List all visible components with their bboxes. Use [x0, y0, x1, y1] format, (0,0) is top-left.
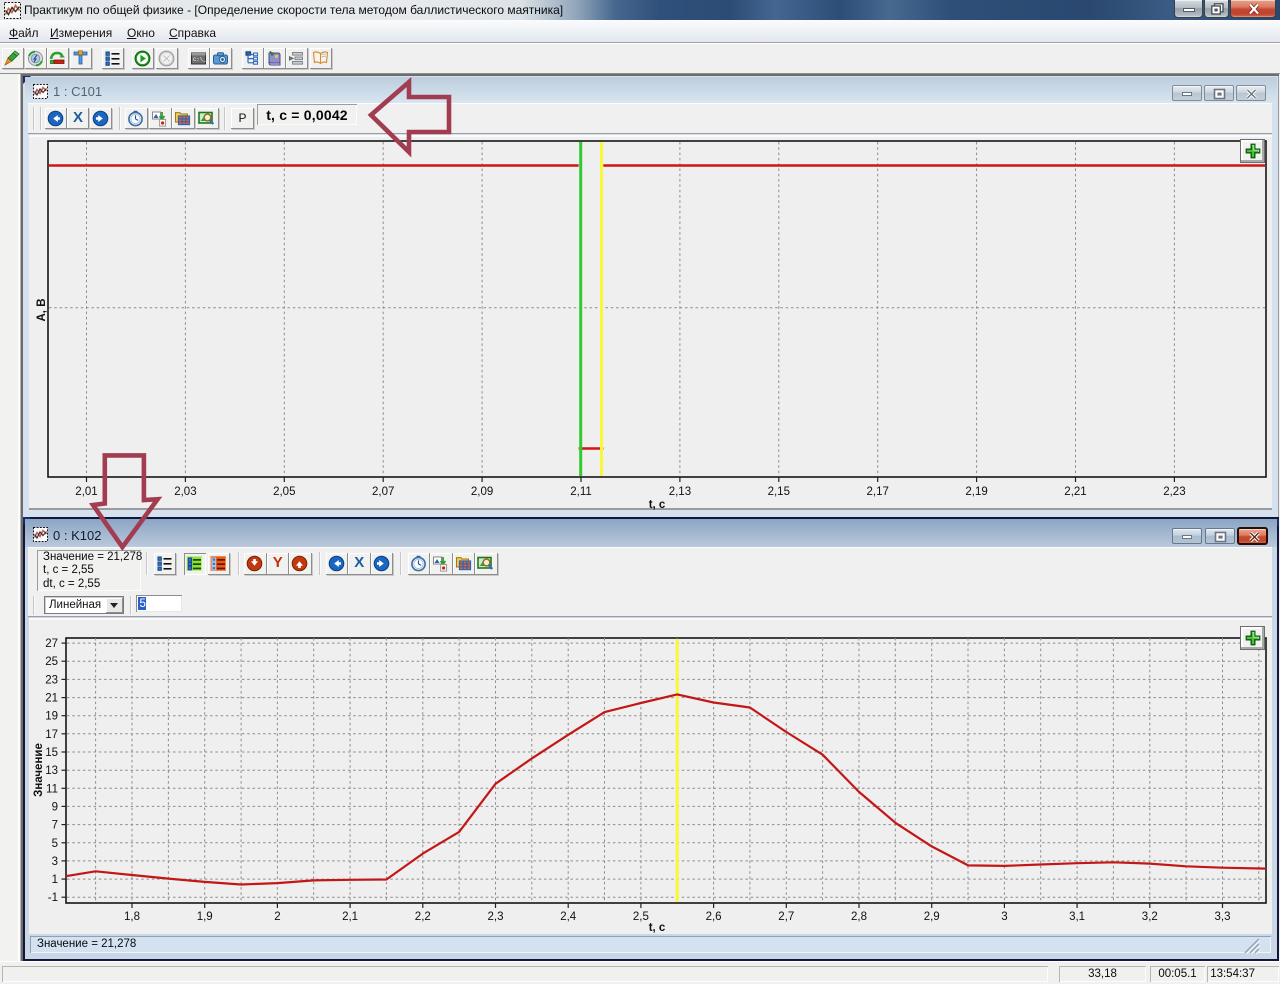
svg-text:-1: -1: [48, 892, 58, 904]
svg-text:27: 27: [45, 638, 58, 650]
svg-text:19: 19: [45, 711, 58, 723]
svg-text:2,3: 2,3: [488, 911, 504, 923]
svg-text:11: 11: [46, 783, 58, 795]
svg-text:2,15: 2,15: [768, 486, 790, 498]
svg-text:13: 13: [45, 765, 58, 777]
svg-text:2,5: 2,5: [633, 911, 649, 923]
svg-text:2,11: 2,11: [570, 486, 592, 498]
svg-text:2,7: 2,7: [778, 911, 794, 923]
svg-text:Значение: Значение: [33, 743, 45, 797]
svg-text:2,03: 2,03: [174, 486, 196, 498]
svg-text:9: 9: [52, 801, 58, 813]
svg-text:2,05: 2,05: [273, 486, 295, 498]
svg-text:3: 3: [1001, 911, 1007, 923]
svg-text:2,4: 2,4: [560, 911, 577, 923]
svg-text:25: 25: [45, 656, 58, 668]
svg-text:2,19: 2,19: [965, 486, 987, 498]
svg-text:t, c: t, c: [649, 922, 666, 934]
svg-text:5: 5: [52, 838, 58, 850]
svg-text:t, c: t, c: [649, 499, 666, 510]
svg-text:2,8: 2,8: [851, 911, 867, 923]
svg-text:2,17: 2,17: [867, 486, 889, 498]
svg-text:2,13: 2,13: [669, 486, 691, 498]
svg-text:3,2: 3,2: [1142, 911, 1158, 923]
svg-text:2,23: 2,23: [1163, 486, 1185, 498]
svg-text:2: 2: [274, 911, 280, 923]
svg-text:3: 3: [52, 856, 58, 868]
svg-text:17: 17: [45, 729, 58, 741]
svg-text:2,07: 2,07: [372, 486, 394, 498]
svg-text:2,9: 2,9: [924, 911, 940, 923]
svg-text:2,21: 2,21: [1064, 486, 1086, 498]
svg-text:C:\_: C:\_: [193, 56, 207, 63]
svg-text:2,2: 2,2: [415, 911, 431, 923]
svg-text:3,1: 3,1: [1069, 911, 1085, 923]
svg-text:A, B: A, B: [36, 299, 48, 322]
svg-text:1,9: 1,9: [197, 911, 213, 923]
svg-text:2,09: 2,09: [471, 486, 493, 498]
svg-text:23: 23: [45, 674, 58, 686]
svg-text:2,6: 2,6: [706, 911, 722, 923]
svg-text:1: 1: [52, 874, 58, 886]
svg-text:15: 15: [45, 747, 58, 759]
svg-text:3,3: 3,3: [1215, 911, 1231, 923]
svg-text:1,8: 1,8: [124, 911, 140, 923]
svg-text:21: 21: [45, 693, 58, 705]
svg-text:7: 7: [52, 820, 58, 832]
svg-text:2,1: 2,1: [342, 911, 358, 923]
